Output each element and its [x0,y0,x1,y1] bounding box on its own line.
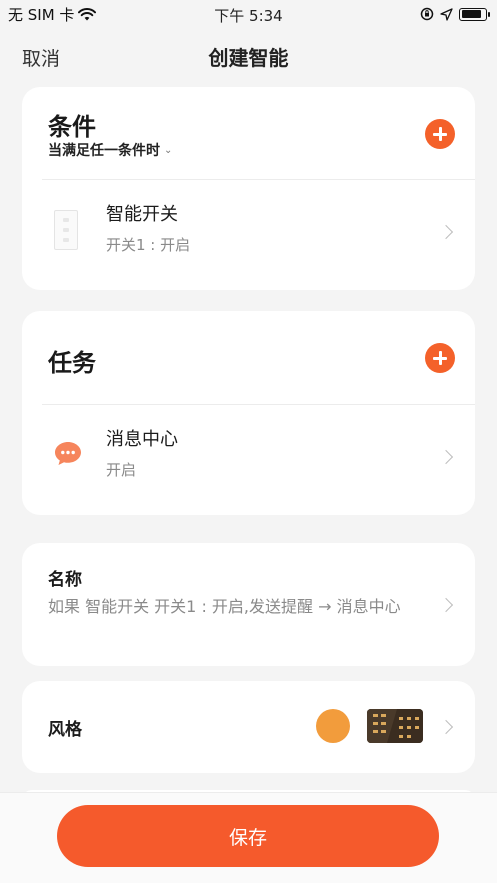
battery-icon [459,7,490,21]
condition-device-name: 智能开关 [106,204,178,225]
style-title: 风格 [48,720,82,740]
task-name: 消息中心 [106,429,178,450]
name-card[interactable]: 名称 如果 智能开关 开关1 : 开启,发送提醒 → 消息中心 [22,543,475,666]
add-condition-button[interactable] [425,119,455,149]
orientation-lock-icon [420,7,434,21]
condition-row[interactable]: 智能开关 开关1 : 开启 [22,180,475,290]
cancel-button[interactable]: 取消 [22,44,60,71]
task-row[interactable]: 消息中心 开启 [22,405,475,515]
message-bubble-icon [55,442,81,465]
battery-level [461,10,481,18]
condition-mode-label: 当满足任一条件时 [48,143,160,159]
status-left: 无 SIM 卡 [8,4,97,25]
style-card[interactable]: 风格 [22,681,475,773]
tasks-card: 任务 消息中心 开启 [22,311,475,515]
wifi-icon [78,7,97,20]
status-right [420,7,490,21]
page-title: 创建智能 [208,46,289,70]
task-detail: 开启 [106,461,137,479]
bottom-bar: 保存 [0,792,497,883]
chevron-down-icon: ⌄ [164,144,173,156]
chevron-right-icon [438,719,454,735]
condition-detail: 开关1 : 开启 [106,236,191,254]
tasks-title: 任务 [48,349,96,377]
chevron-right-icon [438,224,454,240]
carrier-label: 无 SIM 卡 [8,5,75,24]
conditions-card: 条件 当满足任一条件时 ⌄ 智能开关 开关1 : 开启 [22,87,475,290]
status-bar: 无 SIM 卡 [0,0,497,28]
name-value: 如果 智能开关 开关1 : 开启,发送提醒 → 消息中心 [48,597,401,616]
location-arrow-icon [440,7,453,21]
style-background-thumbnail [367,709,423,743]
switch-panel-icon [54,210,78,250]
add-task-button[interactable] [425,343,455,373]
chevron-right-icon [438,449,454,465]
name-title: 名称 [48,570,82,590]
nav-bar: 取消 创建智能 [0,36,497,76]
style-color-swatch [316,709,350,743]
save-button[interactable]: 保存 [57,805,439,867]
chevron-right-icon [438,597,454,613]
condition-mode-selector[interactable]: 当满足任一条件时 ⌄ [48,140,172,160]
conditions-title: 条件 [48,113,96,141]
